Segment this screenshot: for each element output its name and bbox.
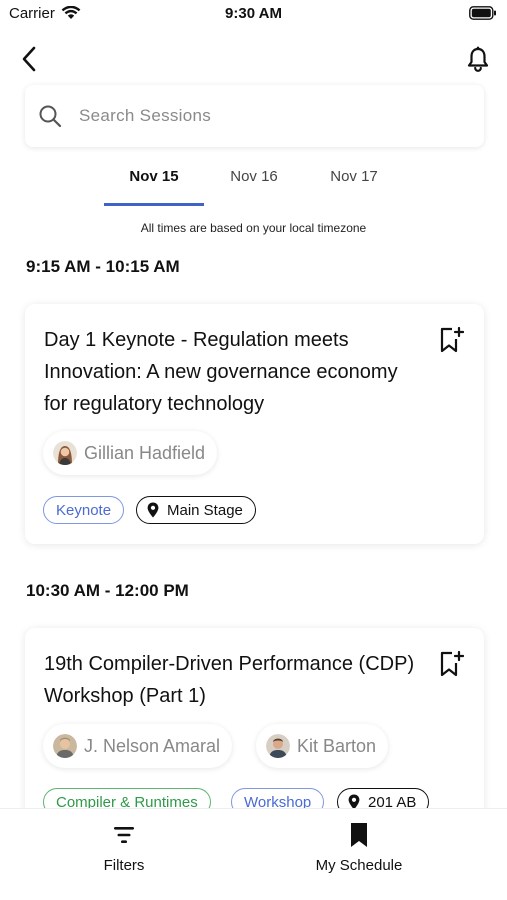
location-label: Main Stage — [167, 501, 243, 519]
search-icon — [37, 103, 63, 129]
avatar — [266, 734, 290, 758]
nav-filters[interactable]: Filters — [84, 809, 164, 900]
speaker-chip[interactable]: Kit Barton — [256, 724, 389, 768]
status-bar: Carrier 9:30 AM — [0, 0, 507, 30]
speaker-chip[interactable]: J. Nelson Amaral — [43, 724, 233, 768]
search-bar — [25, 85, 484, 147]
bell-icon — [467, 46, 489, 72]
session-title: 19th Compiler-Driven Performance (CDP) W… — [44, 653, 415, 707]
bookmark-add-icon[interactable] — [438, 326, 464, 354]
avatar — [53, 441, 77, 465]
nav-my-schedule[interactable]: My Schedule — [298, 809, 420, 900]
bookmark-icon — [349, 822, 369, 848]
time-slot-heading: 10:30 AM - 12:00 PM — [26, 581, 189, 600]
tab-nov-16[interactable]: Nov 16 — [204, 158, 304, 206]
speaker-name: Gillian Hadfield — [84, 442, 206, 463]
battery-icon — [469, 6, 497, 25]
search-input[interactable] — [79, 106, 439, 126]
time-slot-heading: 9:15 AM - 10:15 AM — [26, 257, 180, 276]
notifications-button[interactable] — [463, 44, 493, 74]
back-arrow-icon — [22, 46, 36, 72]
session-card[interactable]: Day 1 Keynote - Regulation meets Innovat… — [25, 304, 484, 544]
speaker-name: Kit Barton — [297, 735, 377, 756]
tab-nov-17[interactable]: Nov 17 — [304, 158, 404, 206]
speaker-chip[interactable]: Gillian Hadfield — [43, 431, 218, 475]
filter-icon — [112, 822, 136, 848]
timezone-note: All times are based on your local timezo… — [140, 221, 367, 235]
date-tabs: Nov 15 Nov 16 Nov 17 — [104, 158, 404, 206]
bottom-nav: Filters My Schedule — [0, 808, 507, 900]
session-title: Day 1 Keynote - Regulation meets Innovat… — [44, 329, 398, 415]
tag-keynote[interactable]: Keynote — [43, 496, 125, 524]
nav-filters-label: Filters — [103, 857, 145, 874]
avatar — [53, 734, 77, 758]
back-button[interactable] — [14, 44, 44, 74]
location-tag[interactable]: Main Stage — [136, 496, 256, 524]
nav-my-schedule-label: My Schedule — [315, 857, 403, 874]
status-time: 9:30 AM — [225, 5, 282, 22]
speaker-name: J. Nelson Amaral — [84, 735, 221, 756]
location-pin-icon — [147, 502, 159, 518]
bookmark-add-icon[interactable] — [438, 650, 464, 678]
tab-nov-15[interactable]: Nov 15 — [104, 158, 204, 206]
